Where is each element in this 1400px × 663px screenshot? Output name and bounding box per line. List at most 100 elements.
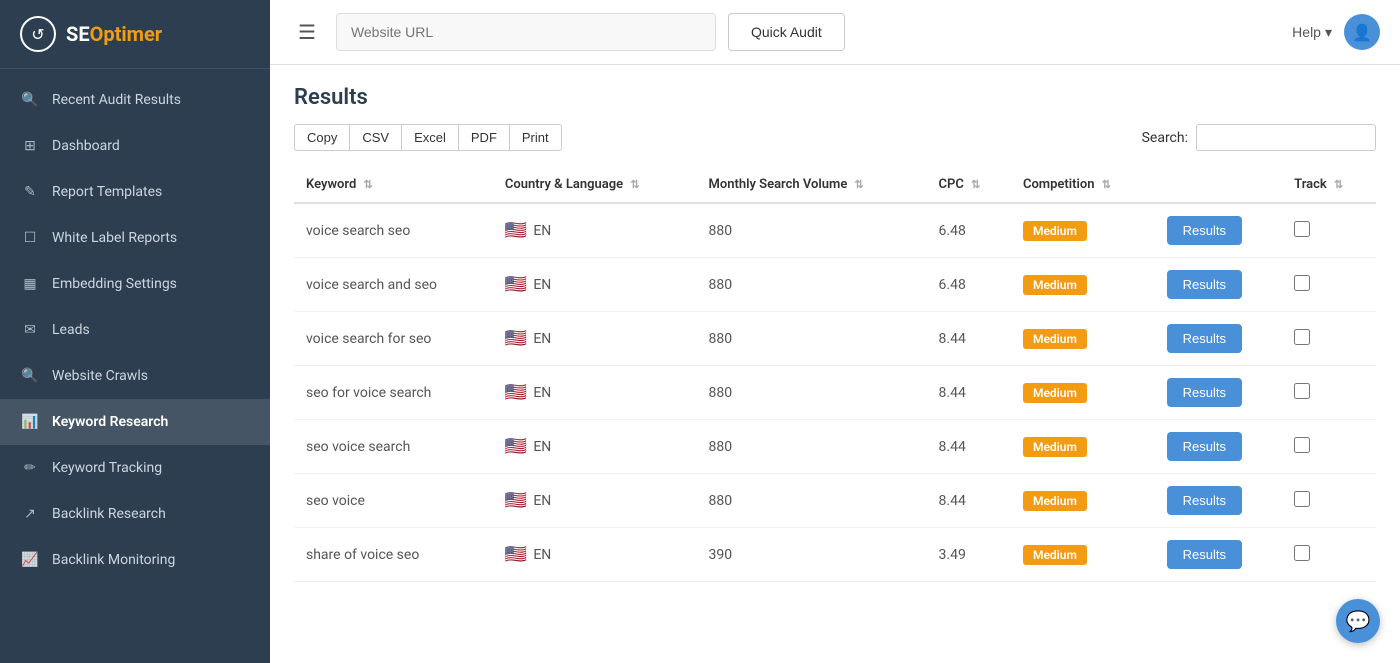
results-button[interactable]: Results (1167, 324, 1242, 353)
results-table: Keyword ⇅Country & Language ⇅Monthly Sea… (294, 167, 1376, 582)
leads-icon: ✉ (20, 320, 40, 340)
cell-volume: 880 (696, 312, 926, 366)
track-checkbox[interactable] (1294, 221, 1310, 237)
competition-badge: Medium (1023, 491, 1087, 511)
recent-audit-icon: 🔍 (20, 90, 40, 110)
table-row: seo voice search 🇺🇸 EN 880 8.44 Medium R… (294, 420, 1376, 474)
lang-code: EN (533, 277, 551, 293)
track-checkbox[interactable] (1294, 491, 1310, 507)
cell-competition: Medium (1011, 474, 1155, 528)
logo-icon: ↺ (20, 16, 56, 52)
app-name: SEOptimer (66, 22, 162, 46)
competition-badge: Medium (1023, 383, 1087, 403)
cell-cpc: 6.48 (927, 203, 1011, 258)
cell-track (1282, 203, 1376, 258)
col-header-cpc[interactable]: CPC ⇅ (927, 167, 1011, 203)
col-header-track[interactable]: Track ⇅ (1282, 167, 1376, 203)
cell-country: 🇺🇸 EN (493, 474, 697, 528)
flag-icon: 🇺🇸 (505, 436, 527, 457)
cell-country: 🇺🇸 EN (493, 312, 697, 366)
export-excel-button[interactable]: Excel (401, 124, 458, 151)
track-checkbox[interactable] (1294, 275, 1310, 291)
export-csv-button[interactable]: CSV (349, 124, 401, 151)
cell-results-action: Results (1155, 420, 1282, 474)
results-button[interactable]: Results (1167, 216, 1242, 245)
search-input[interactable] (1196, 124, 1376, 151)
results-button[interactable]: Results (1167, 486, 1242, 515)
hamburger-button[interactable]: ☰ (290, 16, 324, 49)
sidebar-item-keyword-tracking[interactable]: ✏ Keyword Tracking (0, 445, 270, 491)
lang-code: EN (533, 493, 551, 509)
table-row: share of voice seo 🇺🇸 EN 390 3.49 Medium… (294, 528, 1376, 582)
results-button[interactable]: Results (1167, 378, 1242, 407)
main-content: Results CopyCSVExcelPDFPrint Search: Keyw… (270, 65, 1400, 663)
cell-keyword: seo voice (294, 474, 493, 528)
cell-competition: Medium (1011, 203, 1155, 258)
sidebar-label-backlink-monitoring: Backlink Monitoring (52, 552, 175, 568)
sidebar-item-website-crawls[interactable]: 🔍 Website Crawls (0, 353, 270, 399)
url-input[interactable] (336, 13, 716, 51)
topbar: ☰ Quick Audit Help ▾ 👤 (270, 0, 1400, 65)
user-avatar[interactable]: 👤 (1344, 14, 1380, 50)
track-checkbox[interactable] (1294, 383, 1310, 399)
dashboard-icon: ⊞ (20, 136, 40, 156)
export-pdf-button[interactable]: PDF (458, 124, 509, 151)
sidebar-item-embedding-settings[interactable]: ▦ Embedding Settings (0, 261, 270, 307)
export-copy-button[interactable]: Copy (294, 124, 349, 151)
sidebar-item-backlink-research[interactable]: ↗ Backlink Research (0, 491, 270, 537)
cell-results-action: Results (1155, 312, 1282, 366)
cell-country: 🇺🇸 EN (493, 258, 697, 312)
table-row: voice search seo 🇺🇸 EN 880 6.48 Medium R… (294, 203, 1376, 258)
col-header-competition[interactable]: Competition ⇅ (1011, 167, 1155, 203)
cell-track (1282, 420, 1376, 474)
sidebar-item-recent-audit[interactable]: 🔍 Recent Audit Results (0, 77, 270, 123)
export-print-button[interactable]: Print (509, 124, 562, 151)
flag-icon: 🇺🇸 (505, 220, 527, 241)
competition-badge: Medium (1023, 275, 1087, 295)
sidebar-label-report-templates: Report Templates (52, 184, 162, 200)
cell-results-action: Results (1155, 203, 1282, 258)
cell-cpc: 8.44 (927, 312, 1011, 366)
sidebar-item-keyword-research[interactable]: 📊 Keyword Research (0, 399, 270, 445)
table-row: voice search and seo 🇺🇸 EN 880 6.48 Medi… (294, 258, 1376, 312)
results-button[interactable]: Results (1167, 432, 1242, 461)
backlink-research-icon: ↗ (20, 504, 40, 524)
sidebar-item-dashboard[interactable]: ⊞ Dashboard (0, 123, 270, 169)
results-button[interactable]: Results (1167, 540, 1242, 569)
cell-track (1282, 474, 1376, 528)
track-checkbox[interactable] (1294, 545, 1310, 561)
results-button[interactable]: Results (1167, 270, 1242, 299)
sidebar-label-backlink-research: Backlink Research (52, 506, 166, 522)
track-checkbox[interactable] (1294, 437, 1310, 453)
flag-icon: 🇺🇸 (505, 490, 527, 511)
sidebar-item-white-label[interactable]: ☐ White Label Reports (0, 215, 270, 261)
sort-icon-cpc: ⇅ (971, 178, 980, 191)
col-header-country[interactable]: Country & Language ⇅ (493, 167, 697, 203)
competition-badge: Medium (1023, 329, 1087, 349)
sidebar-item-backlink-monitoring[interactable]: 📈 Backlink Monitoring (0, 537, 270, 583)
help-button[interactable]: Help ▾ (1292, 24, 1332, 41)
cell-results-action: Results (1155, 528, 1282, 582)
col-header-keyword[interactable]: Keyword ⇅ (294, 167, 493, 203)
flag-icon: 🇺🇸 (505, 544, 527, 565)
lang-code: EN (533, 547, 551, 563)
cell-cpc: 6.48 (927, 258, 1011, 312)
cell-keyword: voice search and seo (294, 258, 493, 312)
cell-competition: Medium (1011, 420, 1155, 474)
track-checkbox[interactable] (1294, 329, 1310, 345)
col-header-results-action (1155, 167, 1282, 203)
help-label: Help (1292, 24, 1321, 40)
col-header-volume[interactable]: Monthly Search Volume ⇅ (696, 167, 926, 203)
cell-competition: Medium (1011, 528, 1155, 582)
table-row: seo for voice search 🇺🇸 EN 880 8.44 Medi… (294, 366, 1376, 420)
quick-audit-button[interactable]: Quick Audit (728, 13, 845, 51)
white-label-icon: ☐ (20, 228, 40, 248)
search-label: Search: (1142, 130, 1188, 146)
sidebar-item-leads[interactable]: ✉ Leads (0, 307, 270, 353)
chat-button[interactable]: 💬 (1336, 599, 1380, 643)
sidebar-item-report-templates[interactable]: ✎ Report Templates (0, 169, 270, 215)
cell-competition: Medium (1011, 258, 1155, 312)
cell-volume: 880 (696, 258, 926, 312)
flag-icon: 🇺🇸 (505, 382, 527, 403)
cell-country: 🇺🇸 EN (493, 203, 697, 258)
